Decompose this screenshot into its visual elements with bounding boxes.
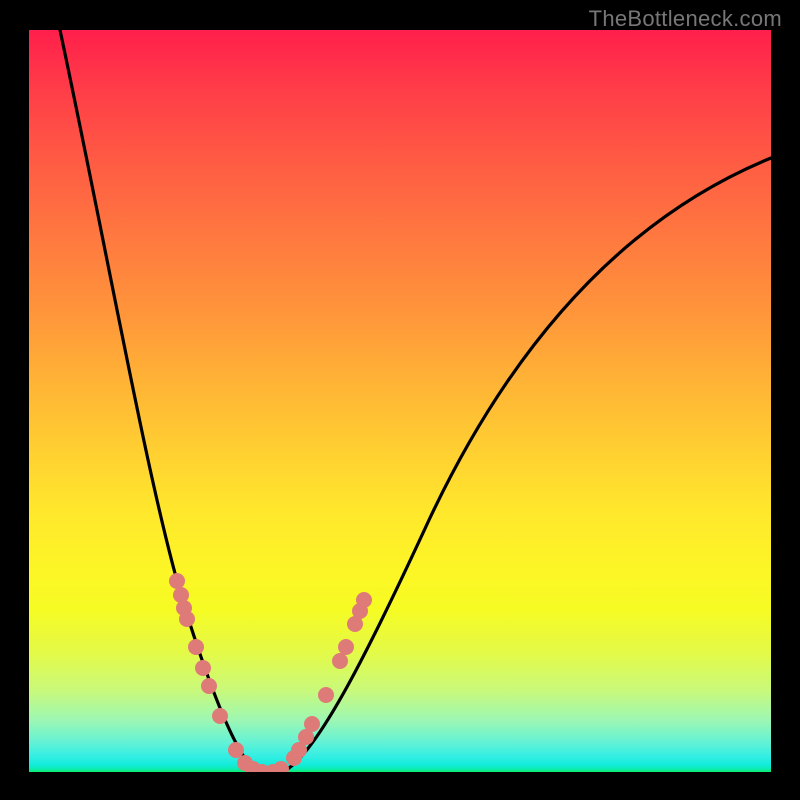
- data-marker: [169, 573, 185, 589]
- data-marker: [179, 611, 195, 627]
- plot-area: [29, 30, 771, 772]
- data-marker: [304, 716, 320, 732]
- bottleneck-curve: [60, 30, 771, 772]
- watermark-text: TheBottleneck.com: [589, 6, 782, 32]
- data-marker: [273, 761, 289, 772]
- data-marker: [356, 592, 372, 608]
- data-marker: [332, 653, 348, 669]
- chart-frame: TheBottleneck.com: [0, 0, 800, 800]
- chart-svg: [29, 30, 771, 772]
- marker-group: [169, 573, 372, 772]
- data-marker: [195, 660, 211, 676]
- data-marker: [338, 639, 354, 655]
- data-marker: [201, 678, 217, 694]
- data-marker: [228, 742, 244, 758]
- data-marker: [318, 687, 334, 703]
- data-marker: [212, 708, 228, 724]
- data-marker: [188, 639, 204, 655]
